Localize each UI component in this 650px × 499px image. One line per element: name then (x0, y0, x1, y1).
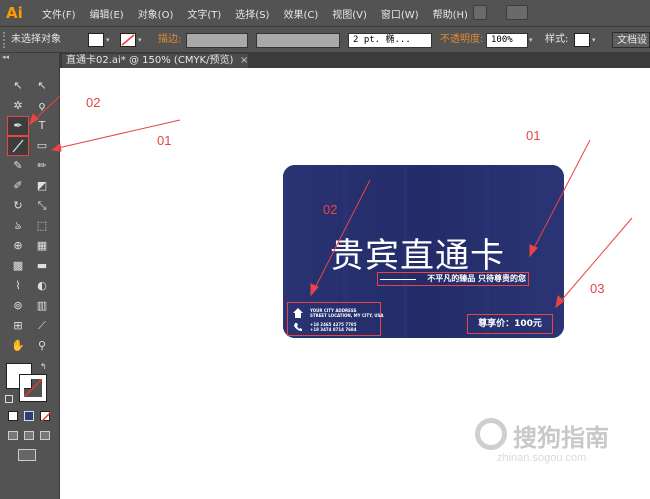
rounded-rectangle-tool-icon[interactable]: ▭ (32, 137, 52, 155)
opacity-field[interactable]: 100% (486, 33, 528, 48)
draw-normal-icon[interactable] (8, 431, 18, 440)
price-box[interactable]: 尊享价：100元 (467, 314, 553, 334)
annotation-label-01-tools: 01 (157, 133, 172, 148)
column-graph-tool-icon[interactable]: ▥ (32, 297, 52, 315)
pen-tool-icon[interactable]: ✒ (7, 116, 29, 136)
menu-file[interactable]: 文件(F) (42, 6, 76, 21)
style-dropdown[interactable]: ▾ (592, 33, 599, 47)
paintbrush-tool-icon[interactable]: ✎ (8, 157, 28, 175)
menu-type[interactable]: 文字(T) (187, 6, 221, 21)
variable-width-profile[interactable] (256, 33, 340, 48)
lasso-tool-icon[interactable]: ϙ (32, 97, 52, 115)
home-icon (293, 308, 303, 318)
screen-mode-icon[interactable] (18, 449, 36, 461)
draw-inside-icon[interactable] (40, 431, 50, 440)
slice-tool-icon[interactable]: ⟋ (32, 317, 52, 335)
graphic-style-swatch[interactable] (574, 33, 590, 47)
hand-tool-icon[interactable]: ✋ (8, 337, 28, 355)
type-tool-icon[interactable]: T (32, 117, 52, 135)
none-icon (41, 412, 51, 422)
mesh-tool-icon[interactable]: ▩ (8, 257, 28, 275)
default-colors-icon[interactable] (5, 395, 13, 403)
warp-tool-icon[interactable]: ঌ (8, 217, 28, 235)
arrange-documents-button[interactable] (506, 5, 528, 20)
no-stroke-icon (121, 34, 135, 46)
pencil-tool-icon[interactable]: ✏ (32, 157, 52, 175)
menu-effect[interactable]: 效果(C) (283, 6, 318, 21)
menu-object[interactable]: 对象(O) (138, 6, 174, 21)
selection-tool-icon[interactable]: ↖ (8, 77, 28, 95)
watermark-text-en: zhinan.sogou.com (497, 452, 587, 464)
close-icon[interactable]: × (240, 54, 248, 68)
menu-bar: Ai 文件(F) 编辑(E) 对象(O) 文字(T) 选择(S) 效果(C) 视… (0, 0, 650, 27)
fill-dropdown[interactable]: ▾ (106, 33, 113, 47)
card-title[interactable]: 贵宾直通卡 (330, 228, 530, 276)
document-tab-title: 直通卡02.ai* @ 150% (CMYK/预览) (66, 55, 234, 66)
control-bar: 未选择对象 ▾ ▾ 描边: 2 pt. 椭... 不透明度: 100% ▾ 样式… (0, 27, 650, 53)
control-grip (3, 32, 7, 48)
swap-colors-icon[interactable]: ↰ (40, 362, 50, 371)
annotation-label-02-card: 02 (323, 202, 338, 217)
zoom-tool-icon[interactable]: ⚲ (32, 337, 52, 355)
menu-window[interactable]: 窗口(W) (381, 6, 419, 21)
tools-panel: ◂◂ ↖ ↖ ✲ ϙ ✒ T ▭ ✎ ✏ ✐ ◩ ↻ ⤡ ঌ ⬚ ⊕ ▦ ▩ ▬… (0, 53, 60, 499)
draw-behind-icon[interactable] (24, 431, 34, 440)
gradient-mode-button[interactable] (24, 411, 34, 421)
eyedropper-tool-icon[interactable]: ⌇ (8, 277, 28, 295)
stroke-color-box[interactable] (19, 374, 47, 402)
opacity-label[interactable]: 不透明度: (440, 32, 483, 48)
gradient-tool-icon[interactable]: ▬ (32, 257, 52, 275)
menu-select[interactable]: 选择(S) (235, 6, 269, 21)
annotation-label-03-card: 03 (590, 281, 605, 296)
watermark-logo-icon (475, 418, 507, 450)
menu-view[interactable]: 视图(V) (332, 6, 367, 21)
menu-edit[interactable]: 编辑(E) (90, 6, 124, 21)
no-stroke-icon (24, 379, 42, 397)
address-box[interactable]: YOUR CITY ADDRESS STREET LOCATION, MY CI… (287, 302, 384, 336)
symbol-sprayer-tool-icon[interactable]: ⊚ (8, 297, 28, 315)
brush-definition[interactable]: 2 pt. 椭... (348, 33, 432, 48)
document-tab[interactable]: 直通卡02.ai* @ 150% (CMYK/预览) × (62, 54, 248, 68)
document-tab-bar: 直通卡02.ai* @ 150% (CMYK/预览) × (60, 53, 650, 68)
annotation-label-02-tools: 02 (86, 95, 101, 110)
blend-tool-icon[interactable]: ◐ (32, 277, 52, 295)
blob-brush-tool-icon[interactable]: ✐ (8, 177, 28, 195)
illustrator-logo: Ai (6, 4, 23, 22)
none-mode-button[interactable] (40, 411, 51, 422)
rotate-tool-icon[interactable]: ↻ (8, 197, 28, 215)
line-segment-tool-icon[interactable] (7, 136, 29, 156)
panel-collapse-icon[interactable]: ◂◂ (2, 53, 58, 62)
line-icon (12, 139, 24, 153)
magic-wand-tool-icon[interactable]: ✲ (8, 97, 28, 115)
document-setup-button[interactable]: 文档设 (612, 32, 650, 48)
address-line-2: STREET LOCATION, MY CITY, USA (310, 313, 384, 318)
direct-selection-tool-icon[interactable]: ↖ (32, 77, 52, 95)
bridge-button[interactable] (473, 5, 487, 20)
shape-builder-tool-icon[interactable]: ⊕ (8, 237, 28, 255)
selection-status: 未选择对象 (11, 34, 61, 45)
phone-icon (294, 323, 302, 331)
subtitle-line[interactable] (380, 279, 416, 280)
stroke-weight-label[interactable]: 描边: (158, 32, 181, 48)
free-transform-tool-icon[interactable]: ⬚ (32, 217, 52, 235)
eraser-tool-icon[interactable]: ◩ (32, 177, 52, 195)
watermark: 搜狗指南 zhinan.sogou.com (475, 414, 645, 469)
fill-swatch[interactable] (88, 33, 104, 47)
stroke-swatch[interactable] (120, 33, 136, 47)
stroke-weight-field[interactable] (186, 33, 248, 48)
phone-line-2: +18 3474 8714 7684 (310, 327, 357, 332)
perspective-grid-tool-icon[interactable]: ▦ (32, 237, 52, 255)
watermark-text-cn: 搜狗指南 (513, 424, 609, 452)
artboard-tool-icon[interactable]: ⊞ (8, 317, 28, 335)
style-label: 样式: (545, 34, 569, 45)
annotation-label-01-card: 01 (526, 128, 541, 143)
stroke-dropdown[interactable]: ▾ (138, 33, 145, 47)
color-mode-button[interactable] (8, 411, 18, 421)
scale-tool-icon[interactable]: ⤡ (32, 197, 52, 215)
menu-help[interactable]: 帮助(H) (433, 6, 468, 21)
opacity-dropdown[interactable]: ▾ (529, 33, 536, 47)
